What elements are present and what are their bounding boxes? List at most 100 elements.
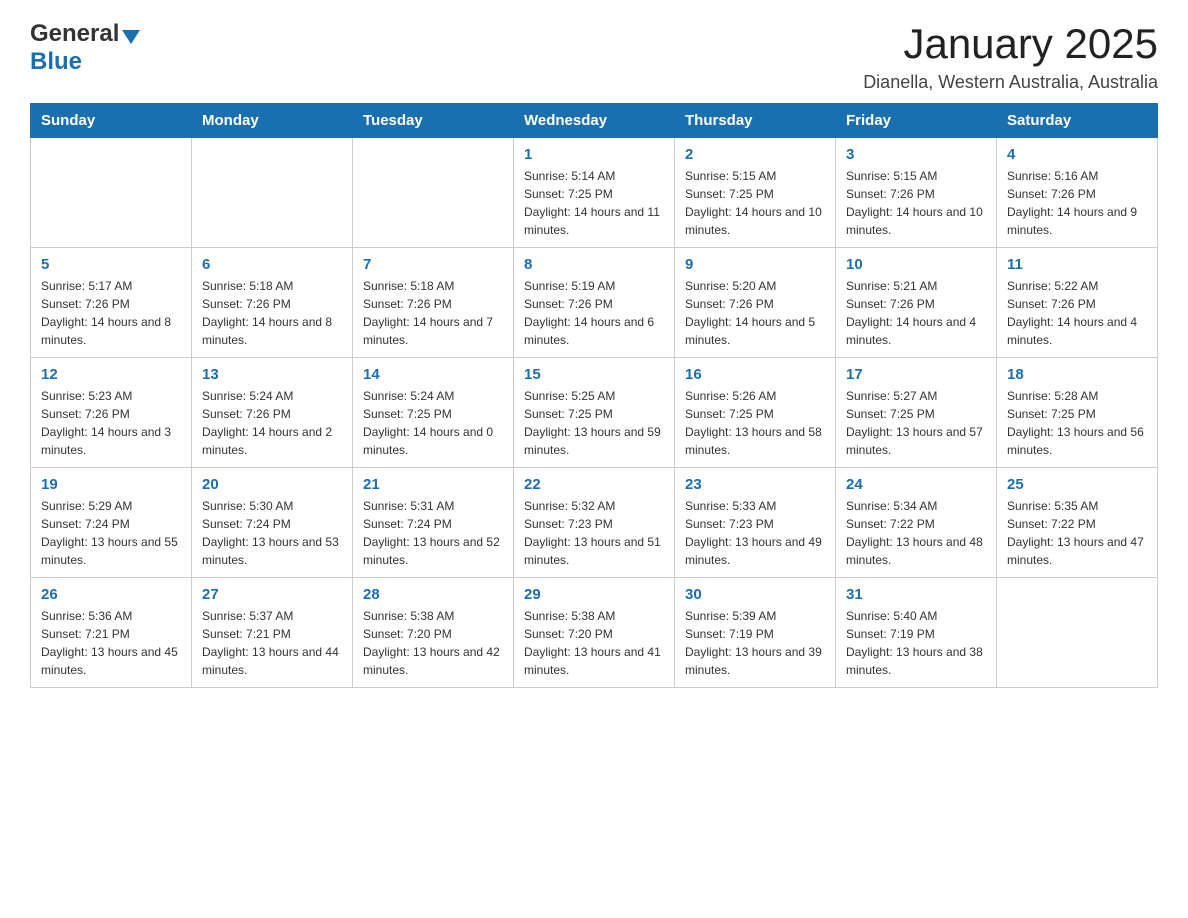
day-number: 22 xyxy=(524,476,664,493)
day-info: Sunrise: 5:31 AMSunset: 7:24 PMDaylight:… xyxy=(363,497,503,569)
day-number: 9 xyxy=(685,256,825,273)
day-info: Sunrise: 5:33 AMSunset: 7:23 PMDaylight:… xyxy=(685,497,825,569)
calendar-cell: 27 Sunrise: 5:37 AMSunset: 7:21 PMDayligh… xyxy=(192,578,353,688)
day-number: 23 xyxy=(685,476,825,493)
calendar-cell: 14Sunrise: 5:24 AMSunset: 7:25 PMDayligh… xyxy=(353,358,514,468)
calendar-cell: 18 Sunrise: 5:28 AMSunset: 7:25 PMDayligh… xyxy=(997,358,1158,468)
day-info: Sunrise: 5:15 AMSunset: 7:26 PMDaylight:… xyxy=(846,167,986,239)
calendar-cell: 13 Sunrise: 5:24 AMSunset: 7:26 PMDayligh… xyxy=(192,358,353,468)
month-year-title: January 2025 xyxy=(863,20,1158,68)
calendar-cell: 12 Sunrise: 5:23 AMSunset: 7:26 PMDayligh… xyxy=(31,358,192,468)
day-info: Sunrise: 5:27 AMSunset: 7:25 PMDaylight:… xyxy=(846,387,986,459)
logo-triangle-icon xyxy=(122,30,140,44)
day-info: Sunrise: 5:26 AMSunset: 7:25 PMDaylight:… xyxy=(685,387,825,459)
day-number: 16 xyxy=(685,366,825,383)
day-info: Sunrise: 5:18 AMSunset: 7:26 PMDaylight:… xyxy=(363,277,503,349)
day-number: 21 xyxy=(363,476,503,493)
day-info: Sunrise: 5:17 AMSunset: 7:26 PMDaylight:… xyxy=(41,277,181,349)
day-number: 10 xyxy=(846,256,986,273)
calendar-cell xyxy=(997,578,1158,688)
calendar-week-row: 26Sunrise: 5:36 AMSunset: 7:21 PMDayligh… xyxy=(31,578,1158,688)
calendar-cell: 11Sunrise: 5:22 AMSunset: 7:26 PMDayligh… xyxy=(997,248,1158,358)
day-number: 3 xyxy=(846,146,986,163)
day-number: 28 xyxy=(363,586,503,603)
column-header-thursday: Thursday xyxy=(675,104,836,138)
day-number: 30 xyxy=(685,586,825,603)
column-header-wednesday: Wednesday xyxy=(514,104,675,138)
day-number: 15 xyxy=(524,366,664,383)
calendar-cell: 22 Sunrise: 5:32 AMSunset: 7:23 PMDayligh… xyxy=(514,468,675,578)
day-info: Sunrise: 5:28 AMSunset: 7:25 PMDaylight:… xyxy=(1007,387,1147,459)
day-info: Sunrise: 5:20 AMSunset: 7:26 PMDaylight:… xyxy=(685,277,825,349)
calendar-cell: 15 Sunrise: 5:25 AMSunset: 7:25 PMDayligh… xyxy=(514,358,675,468)
day-number: 18 xyxy=(1007,366,1147,383)
day-info: Sunrise: 5:40 AMSunset: 7:19 PMDaylight:… xyxy=(846,607,986,679)
calendar-cell: 19Sunrise: 5:29 AMSunset: 7:24 PMDayligh… xyxy=(31,468,192,578)
day-number: 31 xyxy=(846,586,986,603)
day-number: 11 xyxy=(1007,256,1147,273)
day-info: Sunrise: 5:37 AMSunset: 7:21 PMDaylight:… xyxy=(202,607,342,679)
column-header-monday: Monday xyxy=(192,104,353,138)
title-block: January 2025 Dianella, Western Australia… xyxy=(863,20,1158,93)
calendar-cell: 9 Sunrise: 5:20 AMSunset: 7:26 PMDaylight… xyxy=(675,248,836,358)
calendar-table: SundayMondayTuesdayWednesdayThursdayFrid… xyxy=(30,103,1158,688)
column-header-sunday: Sunday xyxy=(31,104,192,138)
day-info: Sunrise: 5:14 AMSunset: 7:25 PMDaylight:… xyxy=(524,167,664,239)
calendar-cell: 25Sunrise: 5:35 AMSunset: 7:22 PMDayligh… xyxy=(997,468,1158,578)
page-header: General Blue January 2025 Dianella, West… xyxy=(30,20,1158,93)
day-number: 19 xyxy=(41,476,181,493)
calendar-cell xyxy=(353,138,514,248)
day-number: 14 xyxy=(363,366,503,383)
day-number: 8 xyxy=(524,256,664,273)
day-number: 29 xyxy=(524,586,664,603)
calendar-cell: 16 Sunrise: 5:26 AMSunset: 7:25 PMDayligh… xyxy=(675,358,836,468)
calendar-week-row: 19Sunrise: 5:29 AMSunset: 7:24 PMDayligh… xyxy=(31,468,1158,578)
calendar-week-row: 1 Sunrise: 5:14 AMSunset: 7:25 PMDaylight… xyxy=(31,138,1158,248)
calendar-cell: 30 Sunrise: 5:39 AMSunset: 7:19 PMDayligh… xyxy=(675,578,836,688)
day-info: Sunrise: 5:39 AMSunset: 7:19 PMDaylight:… xyxy=(685,607,825,679)
day-info: Sunrise: 5:36 AMSunset: 7:21 PMDaylight:… xyxy=(41,607,181,679)
day-info: Sunrise: 5:18 AMSunset: 7:26 PMDaylight:… xyxy=(202,277,342,349)
day-number: 12 xyxy=(41,366,181,383)
day-info: Sunrise: 5:25 AMSunset: 7:25 PMDaylight:… xyxy=(524,387,664,459)
calendar-week-row: 12 Sunrise: 5:23 AMSunset: 7:26 PMDayligh… xyxy=(31,358,1158,468)
day-info: Sunrise: 5:16 AMSunset: 7:26 PMDaylight:… xyxy=(1007,167,1147,239)
day-number: 25 xyxy=(1007,476,1147,493)
day-number: 27 xyxy=(202,586,342,603)
day-info: Sunrise: 5:32 AMSunset: 7:23 PMDaylight:… xyxy=(524,497,664,569)
calendar-cell: 2 Sunrise: 5:15 AMSunset: 7:25 PMDaylight… xyxy=(675,138,836,248)
calendar-cell: 5 Sunrise: 5:17 AMSunset: 7:26 PMDaylight… xyxy=(31,248,192,358)
day-number: 13 xyxy=(202,366,342,383)
day-number: 4 xyxy=(1007,146,1147,163)
day-number: 17 xyxy=(846,366,986,383)
day-info: Sunrise: 5:30 AMSunset: 7:24 PMDaylight:… xyxy=(202,497,342,569)
day-info: Sunrise: 5:24 AMSunset: 7:26 PMDaylight:… xyxy=(202,387,342,459)
calendar-cell: 8 Sunrise: 5:19 AMSunset: 7:26 PMDaylight… xyxy=(514,248,675,358)
calendar-cell: 7Sunrise: 5:18 AMSunset: 7:26 PMDaylight… xyxy=(353,248,514,358)
day-info: Sunrise: 5:19 AMSunset: 7:26 PMDaylight:… xyxy=(524,277,664,349)
calendar-header-row: SundayMondayTuesdayWednesdayThursdayFrid… xyxy=(31,104,1158,138)
day-info: Sunrise: 5:38 AMSunset: 7:20 PMDaylight:… xyxy=(363,607,503,679)
calendar-cell: 31 Sunrise: 5:40 AMSunset: 7:19 PMDayligh… xyxy=(836,578,997,688)
calendar-week-row: 5 Sunrise: 5:17 AMSunset: 7:26 PMDaylight… xyxy=(31,248,1158,358)
calendar-cell: 4 Sunrise: 5:16 AMSunset: 7:26 PMDaylight… xyxy=(997,138,1158,248)
day-info: Sunrise: 5:21 AMSunset: 7:26 PMDaylight:… xyxy=(846,277,986,349)
calendar-cell: 20 Sunrise: 5:30 AMSunset: 7:24 PMDayligh… xyxy=(192,468,353,578)
day-info: Sunrise: 5:23 AMSunset: 7:26 PMDaylight:… xyxy=(41,387,181,459)
calendar-cell: 6 Sunrise: 5:18 AMSunset: 7:26 PMDaylight… xyxy=(192,248,353,358)
calendar-cell: 26Sunrise: 5:36 AMSunset: 7:21 PMDayligh… xyxy=(31,578,192,688)
calendar-cell: 10 Sunrise: 5:21 AMSunset: 7:26 PMDayligh… xyxy=(836,248,997,358)
column-header-saturday: Saturday xyxy=(997,104,1158,138)
day-number: 20 xyxy=(202,476,342,493)
day-number: 1 xyxy=(524,146,664,163)
column-header-tuesday: Tuesday xyxy=(353,104,514,138)
calendar-cell: 29Sunrise: 5:38 AMSunset: 7:20 PMDayligh… xyxy=(514,578,675,688)
day-number: 5 xyxy=(41,256,181,273)
day-number: 6 xyxy=(202,256,342,273)
calendar-cell: 3 Sunrise: 5:15 AMSunset: 7:26 PMDaylight… xyxy=(836,138,997,248)
calendar-cell xyxy=(192,138,353,248)
calendar-cell: 23 Sunrise: 5:33 AMSunset: 7:23 PMDayligh… xyxy=(675,468,836,578)
day-number: 24 xyxy=(846,476,986,493)
day-number: 2 xyxy=(685,146,825,163)
day-info: Sunrise: 5:15 AMSunset: 7:25 PMDaylight:… xyxy=(685,167,825,239)
